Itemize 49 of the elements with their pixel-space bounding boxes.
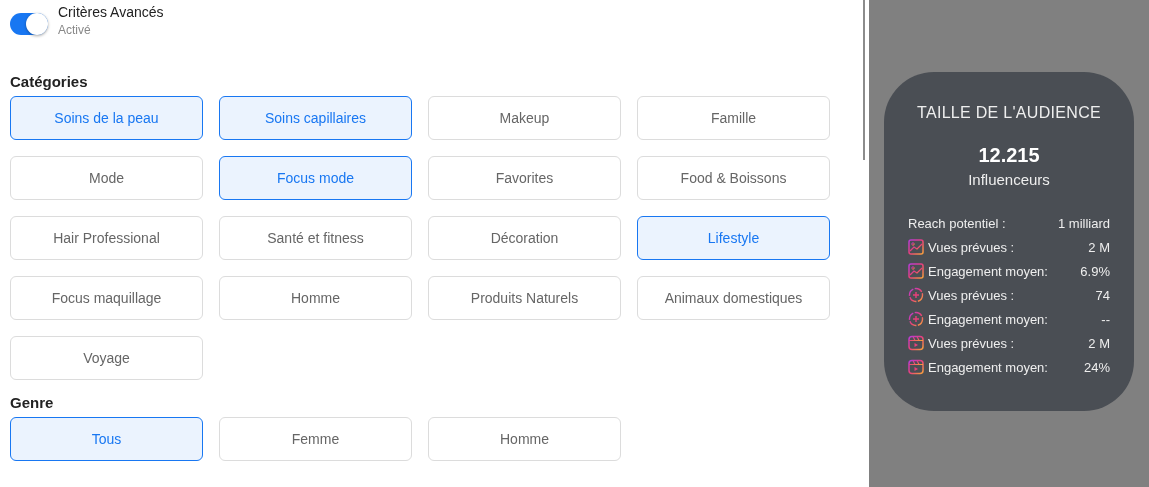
category-option[interactable]: Produits Naturels <box>428 276 621 320</box>
scrollbar-thumb[interactable] <box>863 0 865 160</box>
category-option[interactable]: Food & Boissons <box>637 156 830 200</box>
category-option[interactable]: Voyage <box>10 336 203 380</box>
stat-label: Engagement moyen: <box>928 359 1049 375</box>
genre-option[interactable]: Tous <box>10 417 203 461</box>
count-unit: Influenceurs <box>968 171 1050 188</box>
section-title: Genre <box>10 394 55 411</box>
stat-value: 2 M <box>1088 335 1110 351</box>
category-option[interactable]: Favorites <box>428 156 621 200</box>
section-title: Catégories <box>10 73 89 90</box>
stat-label: Vues prévues : <box>928 287 1016 303</box>
category-option[interactable]: Makeup <box>428 96 621 140</box>
toggle-label: Critères Avancés <box>58 4 164 20</box>
stat-value: 2 M <box>1088 239 1110 255</box>
stat-value: 24% <box>1083 359 1110 375</box>
category-option[interactable]: Famille <box>637 96 830 140</box>
category-option[interactable]: Hair Professional <box>10 216 203 260</box>
stat-label: Engagement moyen: <box>928 311 1049 327</box>
stat-label: Vues prévues : <box>928 239 1016 255</box>
category-option[interactable]: Animaux domestiques <box>637 276 830 320</box>
category-option[interactable]: Focus mode <box>219 156 412 200</box>
category-option[interactable]: Lifestyle <box>637 216 830 260</box>
influencer-count: 12.215 <box>978 144 1040 167</box>
stat-value: -- <box>1101 311 1110 327</box>
category-option[interactable]: Soins de la peau <box>10 96 203 140</box>
stat-label: Vues prévues : <box>928 335 1016 351</box>
stat-value: 1 milliard <box>1058 215 1110 231</box>
toggle-switch[interactable] <box>10 13 48 35</box>
category-option[interactable]: Décoration <box>428 216 621 260</box>
plus-circle-icon <box>908 287 924 303</box>
genre-option[interactable]: Homme <box>428 417 621 461</box>
category-option[interactable]: Santé et fitness <box>219 216 412 260</box>
stat-label: Reach potentiel : <box>908 215 1007 231</box>
category-option[interactable]: Homme <box>219 276 412 320</box>
toggle-status: Activé <box>58 23 92 37</box>
video-icon <box>908 335 924 351</box>
plus-circle-icon <box>908 311 924 327</box>
stat-value: 74 <box>1095 287 1110 303</box>
category-option[interactable]: Focus maquillage <box>10 276 203 320</box>
stat-label: Engagement moyen: <box>928 263 1049 279</box>
category-option[interactable]: Mode <box>10 156 203 200</box>
image-icon <box>908 263 924 279</box>
card-title: TAILLE DE L'AUDIENCE <box>917 104 1101 122</box>
video-icon <box>908 359 924 375</box>
stat-value: 6.9% <box>1080 263 1110 279</box>
genre-option[interactable]: Femme <box>219 417 412 461</box>
image-icon <box>908 239 924 255</box>
category-option[interactable]: Soins capillaires <box>219 96 412 140</box>
